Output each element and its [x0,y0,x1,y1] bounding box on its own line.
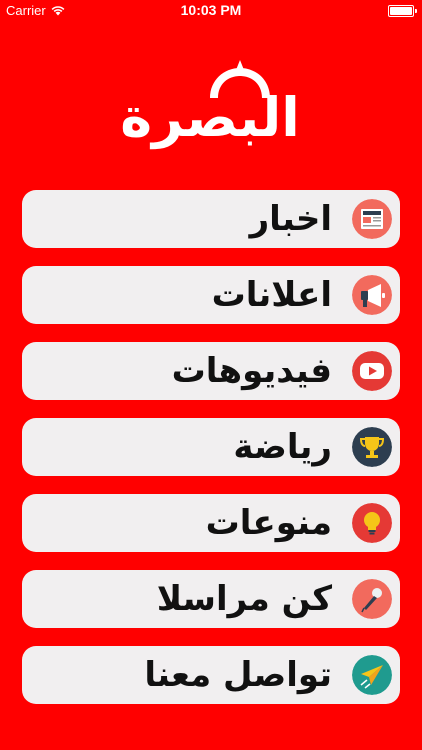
main-menu: اخبار اعلانات فيديوهات رياضة منوعات كن م… [22,190,400,722]
app-logo: البصرة [120,60,300,160]
status-bar: Carrier 10:03 PM [0,0,422,20]
status-time: 10:03 PM [180,2,242,18]
menu-item-reporter[interactable]: كن مراسلا [22,570,400,628]
logo-text: البصرة [120,86,300,149]
menu-item-news[interactable]: اخبار [22,190,400,248]
menu-item-label: منوعات [205,503,332,543]
menu-item-misc[interactable]: منوعات [22,494,400,552]
menu-item-label: اعلانات [211,275,332,315]
menu-item-ads[interactable]: اعلانات [22,266,400,324]
trophy-icon [352,427,392,467]
lightbulb-icon [352,503,392,543]
news-icon [352,199,392,239]
paper-plane-icon [352,655,392,695]
menu-item-label: رياضة [233,427,332,467]
youtube-icon [352,351,392,391]
menu-item-sports[interactable]: رياضة [22,418,400,476]
menu-item-label: كن مراسلا [156,579,332,619]
microphone-icon [352,579,392,619]
battery-icon [388,5,417,17]
menu-item-contact[interactable]: تواصل معنا [22,646,400,704]
menu-item-label: فيديوهات [171,351,332,391]
menu-item-label: تواصل معنا [144,655,332,695]
menu-item-videos[interactable]: فيديوهات [22,342,400,400]
menu-item-label: اخبار [249,199,332,239]
megaphone-icon [352,275,392,315]
